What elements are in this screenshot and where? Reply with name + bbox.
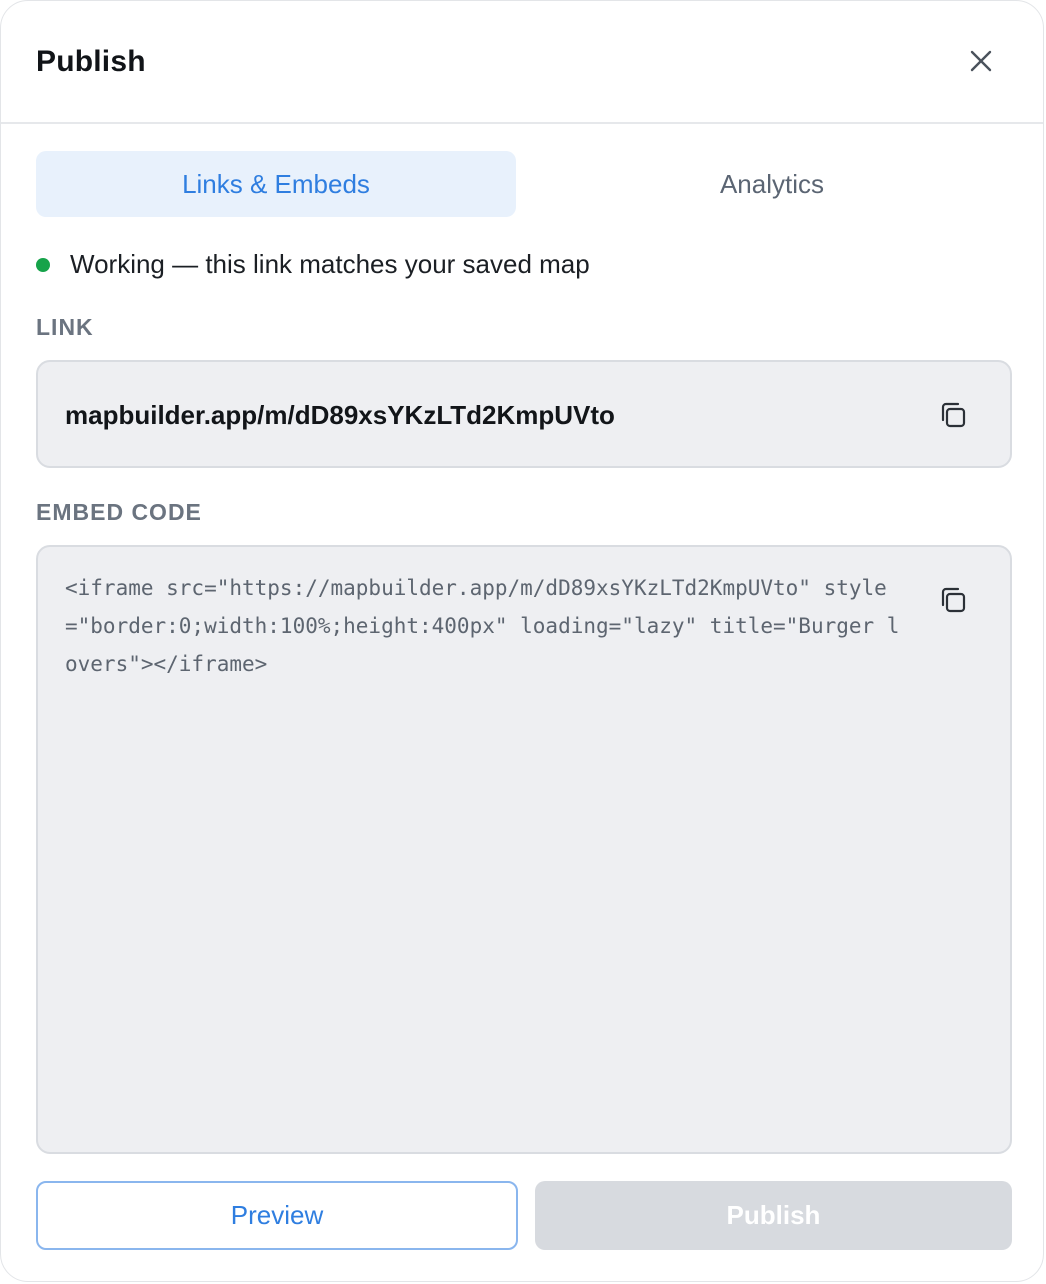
dialog-header: Publish [1, 1, 1043, 124]
dialog-title: Publish [36, 45, 146, 78]
close-button[interactable] [961, 41, 1001, 81]
link-label: LINK [36, 314, 94, 340]
embed-code-field[interactable]: <iframe src="https://mapbuilder.app/m/dD… [36, 545, 1012, 1154]
publish-button[interactable]: Publish [535, 1181, 1012, 1250]
copy-icon [941, 402, 966, 428]
status-dot-icon [36, 257, 50, 272]
embed-code-value: <iframe src="https://mapbuilder.app/m/dD… [65, 576, 900, 676]
preview-button[interactable]: Preview [36, 1181, 518, 1250]
copy-icon [941, 587, 966, 613]
close-icon [970, 50, 992, 72]
tab-links-embeds[interactable]: Links & Embeds [36, 151, 516, 217]
status-text: Working — this link matches your saved m… [70, 249, 590, 279]
tab-analytics[interactable]: Analytics [532, 151, 1012, 217]
copy-link-button[interactable] [936, 398, 970, 432]
status-indicator: Working — this link matches your saved m… [36, 249, 590, 280]
tab-bar: Links & Embeds Analytics [36, 151, 1012, 217]
embed-code-label: EMBED CODE [36, 499, 202, 525]
publish-dialog: Publish Links & Embeds Analytics Working… [0, 0, 1044, 1282]
link-value: mapbuilder.app/m/dD89xsYKzLTd2KmpUVto [65, 400, 615, 430]
link-field[interactable]: mapbuilder.app/m/dD89xsYKzLTd2KmpUVto [36, 360, 1012, 468]
copy-embed-button[interactable] [936, 583, 970, 617]
